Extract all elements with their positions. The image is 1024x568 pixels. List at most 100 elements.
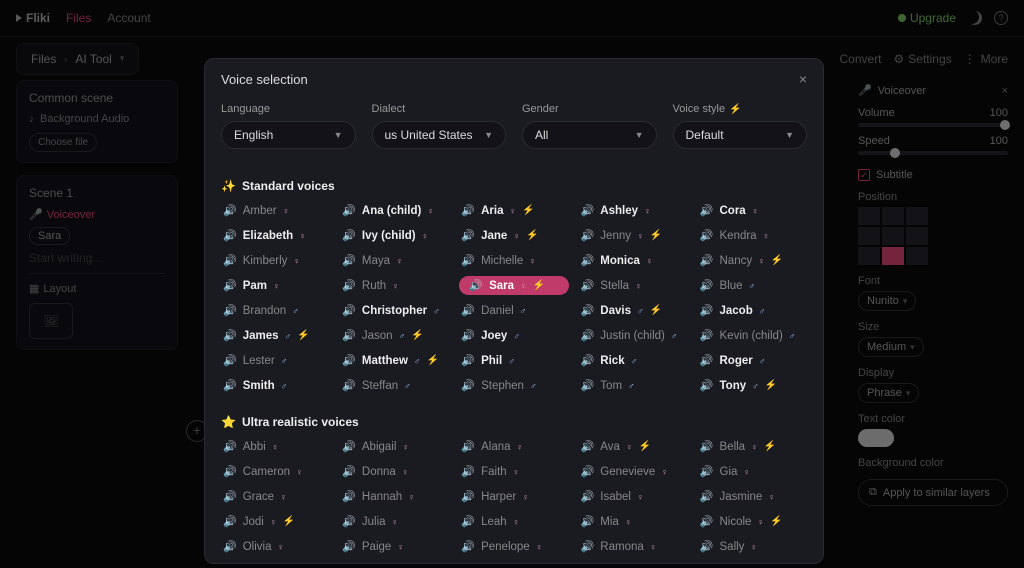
voice-ramona[interactable]: 🔊Ramona♀ bbox=[579, 537, 688, 556]
voice-amber[interactable]: 🔊Amber♀ bbox=[221, 201, 330, 220]
voice-michelle[interactable]: 🔊Michelle♀ bbox=[459, 251, 568, 270]
voice-jason[interactable]: 🔊Jason♂⚡ bbox=[340, 326, 449, 345]
voice-jenny[interactable]: 🔊Jenny♀⚡ bbox=[579, 226, 688, 245]
voice-gia[interactable]: 🔊Gia♀ bbox=[698, 462, 807, 481]
voice-sally[interactable]: 🔊Sally♀ bbox=[698, 537, 807, 556]
voice-leah[interactable]: 🔊Leah♀ bbox=[459, 512, 568, 531]
voice-hannah[interactable]: 🔊Hannah♀ bbox=[340, 487, 449, 506]
gender-icon: ♀ bbox=[517, 442, 524, 452]
voice-ava[interactable]: 🔊Ava♀⚡ bbox=[579, 437, 688, 456]
voice-sara[interactable]: 🔊Sara♀⚡ bbox=[459, 276, 568, 295]
voice-aria[interactable]: 🔊Aria♀⚡ bbox=[459, 201, 568, 220]
voice-savannah[interactable]: 🔊Savannah♀ bbox=[221, 562, 330, 564]
voice-james[interactable]: 🔊James♂⚡ bbox=[221, 326, 330, 345]
language-select[interactable]: English▼ bbox=[221, 121, 356, 149]
gender-select[interactable]: All ▼ bbox=[522, 121, 657, 149]
speaker-icon: 🔊 bbox=[461, 229, 475, 242]
voice-name: Tom bbox=[600, 380, 622, 392]
voice-rick[interactable]: 🔊Rick♂ bbox=[579, 351, 688, 370]
gender-icon: ♀ bbox=[293, 256, 300, 266]
voice-cameron[interactable]: 🔊Cameron♀ bbox=[221, 462, 330, 481]
voice-stella[interactable]: 🔊Stella♀ bbox=[579, 276, 688, 295]
voice-kendra[interactable]: 🔊Kendra♀ bbox=[698, 226, 807, 245]
voice-steffan[interactable]: 🔊Steffan♂ bbox=[340, 376, 449, 395]
voice-elizabeth[interactable]: 🔊Elizabeth♀ bbox=[221, 226, 330, 245]
voice-maya[interactable]: 🔊Maya♀ bbox=[340, 251, 449, 270]
voice-ruth[interactable]: 🔊Ruth♀ bbox=[340, 276, 449, 295]
voice-mia[interactable]: 🔊Mia♀ bbox=[579, 512, 688, 531]
gender-value: All bbox=[535, 128, 548, 142]
voice-name: Cora bbox=[720, 205, 746, 217]
voice-jodi[interactable]: 🔊Jodi♀⚡ bbox=[221, 512, 330, 531]
voice-cora[interactable]: 🔊Cora♀ bbox=[698, 201, 807, 220]
voice-blue[interactable]: 🔊Blue♂ bbox=[698, 276, 807, 295]
voice-monica[interactable]: 🔊Monica♀ bbox=[579, 251, 688, 270]
voice-name: Justin (child) bbox=[600, 330, 665, 342]
voice-paige[interactable]: 🔊Paige♀ bbox=[340, 537, 449, 556]
voice-name: Joey bbox=[481, 330, 507, 342]
star-icon: ⭐ bbox=[221, 415, 236, 429]
bolt-icon: ⚡ bbox=[526, 230, 538, 241]
close-icon[interactable]: × bbox=[799, 71, 807, 87]
gender-icon: ♀ bbox=[626, 442, 633, 452]
voice-davis[interactable]: 🔊Davis♂⚡ bbox=[579, 301, 688, 320]
voice-stephen[interactable]: 🔊Stephen♂ bbox=[459, 376, 568, 395]
speaker-icon: 🔊 bbox=[342, 254, 356, 267]
speaker-icon: 🔊 bbox=[223, 354, 237, 367]
voice-ana-child-[interactable]: 🔊Ana (child)♀ bbox=[340, 201, 449, 220]
voice-donna[interactable]: 🔊Donna♀ bbox=[340, 462, 449, 481]
voice-abigail[interactable]: 🔊Abigail♀ bbox=[340, 437, 449, 456]
style-select[interactable]: Default▼ bbox=[673, 121, 808, 149]
voice-joey[interactable]: 🔊Joey♂ bbox=[459, 326, 568, 345]
voice-name: Ana (child) bbox=[362, 205, 421, 217]
voice-matthew[interactable]: 🔊Matthew♂⚡ bbox=[340, 351, 449, 370]
voice-ivy-child-[interactable]: 🔊Ivy (child)♀ bbox=[340, 226, 449, 245]
voice-pam[interactable]: 🔊Pam♀ bbox=[221, 276, 330, 295]
voice-jacob[interactable]: 🔊Jacob♂ bbox=[698, 301, 807, 320]
voice-name: Stephen bbox=[481, 380, 524, 392]
voice-daniel[interactable]: 🔊Daniel♂ bbox=[459, 301, 568, 320]
gender-icon: ♂ bbox=[513, 331, 520, 341]
voice-ashley[interactable]: 🔊Ashley♀ bbox=[579, 201, 688, 220]
voice-smith[interactable]: 🔊Smith♂ bbox=[221, 376, 330, 395]
voice-kevin-child-[interactable]: 🔊Kevin (child)♂ bbox=[698, 326, 807, 345]
voice-olivia[interactable]: 🔊Olivia♀ bbox=[221, 537, 330, 556]
voice-nicole[interactable]: 🔊Nicole♀⚡ bbox=[698, 512, 807, 531]
voice-kimberly[interactable]: 🔊Kimberly♀ bbox=[221, 251, 330, 270]
voice-roger[interactable]: 🔊Roger♂ bbox=[698, 351, 807, 370]
gender-icon: ♀ bbox=[752, 206, 759, 216]
voice-alana[interactable]: 🔊Alana♀ bbox=[459, 437, 568, 456]
voice-faith[interactable]: 🔊Faith♀ bbox=[459, 462, 568, 481]
voice-nancy[interactable]: 🔊Nancy♀⚡ bbox=[698, 251, 807, 270]
voice-christopher[interactable]: 🔊Christopher♂ bbox=[340, 301, 449, 320]
bolt-icon: ⚡ bbox=[283, 516, 295, 527]
gender-icon: ♀ bbox=[637, 492, 644, 502]
voice-shelby[interactable]: 🔊Shelby♀ bbox=[459, 562, 568, 564]
dialect-select[interactable]: us United States▼ bbox=[372, 121, 507, 149]
voice-phil[interactable]: 🔊Phil♂ bbox=[459, 351, 568, 370]
voice-tony[interactable]: 🔊Tony♂⚡ bbox=[698, 376, 807, 395]
voice-grace[interactable]: 🔊Grace♀ bbox=[221, 487, 330, 506]
voice-justin-child-[interactable]: 🔊Justin (child)♂ bbox=[579, 326, 688, 345]
voice-abbi[interactable]: 🔊Abbi♀ bbox=[221, 437, 330, 456]
voice-penelope[interactable]: 🔊Penelope♀ bbox=[459, 537, 568, 556]
voice-lester[interactable]: 🔊Lester♂ bbox=[221, 351, 330, 370]
voice-jane[interactable]: 🔊Jane♀⚡ bbox=[459, 226, 568, 245]
gender-icon: ♀ bbox=[513, 231, 520, 241]
chevron-down-icon: ▼ bbox=[635, 130, 644, 140]
standard-voice-grid: 🔊Amber♀🔊Ana (child)♀🔊Aria♀⚡🔊Ashley♀🔊Cora… bbox=[205, 199, 823, 403]
voice-bella[interactable]: 🔊Bella♀⚡ bbox=[698, 437, 807, 456]
voice-julia[interactable]: 🔊Julia♀ bbox=[340, 512, 449, 531]
speaker-icon: 🔊 bbox=[700, 490, 714, 503]
voice-jasmine[interactable]: 🔊Jasmine♀ bbox=[698, 487, 807, 506]
voice-name: Abbi bbox=[243, 441, 266, 453]
voice-genevieve[interactable]: 🔊Genevieve♀ bbox=[579, 462, 688, 481]
voice-tom[interactable]: 🔊Tom♂ bbox=[579, 376, 688, 395]
voice-brandon[interactable]: 🔊Brandon♂ bbox=[221, 301, 330, 320]
speaker-icon: 🔊 bbox=[223, 304, 237, 317]
voice-sofia[interactable]: 🔊Sofia♀⚡ bbox=[579, 562, 688, 564]
voice-terra[interactable]: 🔊Terra♀ bbox=[698, 562, 807, 564]
voice-selene[interactable]: 🔊Selene♀ bbox=[340, 562, 449, 564]
voice-harper[interactable]: 🔊Harper♀ bbox=[459, 487, 568, 506]
voice-isabel[interactable]: 🔊Isabel♀ bbox=[579, 487, 688, 506]
